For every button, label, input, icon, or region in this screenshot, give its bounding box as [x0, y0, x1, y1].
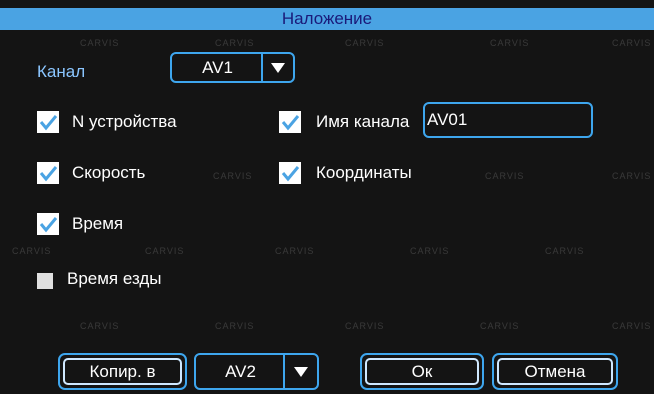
coordinates-label: Координаты — [316, 163, 412, 182]
device-number-label: N устройства — [72, 112, 177, 131]
drive-time-label: Время езды — [67, 269, 162, 288]
time-checkbox[interactable] — [37, 213, 59, 235]
watermark: CARVIS — [80, 321, 120, 331]
channel-name-input[interactable]: AV01 — [423, 102, 593, 138]
checkmark-icon — [39, 166, 58, 182]
channel-name-checkbox[interactable] — [279, 111, 301, 133]
speed-label: Скорость — [72, 163, 146, 182]
channel-select-arrow[interactable] — [261, 54, 293, 81]
channel-label: Канал — [37, 62, 86, 81]
watermark: CARVIS — [545, 246, 585, 256]
watermark: CARVIS — [275, 246, 315, 256]
coordinates-checkbox[interactable] — [279, 162, 301, 184]
copy-to-button-label: Копир. в — [63, 358, 182, 385]
channel-select[interactable]: AV1 — [170, 52, 295, 83]
watermark: CARVIS — [612, 171, 652, 181]
checkmark-icon — [39, 217, 58, 233]
channel-name-label: Имя канала — [316, 112, 410, 131]
watermark: CARVIS — [410, 246, 450, 256]
time-label: Время — [72, 214, 124, 233]
copy-target-arrow[interactable] — [283, 355, 317, 388]
watermark: CARVIS — [215, 321, 255, 331]
device-number-checkbox[interactable] — [37, 111, 59, 133]
ok-button-label: Ок — [365, 358, 479, 385]
watermark: CARVIS — [215, 38, 255, 48]
checkmark-icon — [39, 115, 58, 131]
watermark: CARVIS — [612, 321, 652, 331]
copy-target-select[interactable]: AV2 — [194, 353, 319, 390]
watermark: CARVIS — [345, 38, 385, 48]
copy-target-value: AV2 — [225, 361, 256, 381]
drive-time-checkbox[interactable] — [37, 273, 53, 289]
copy-to-button[interactable]: Копир. в — [58, 353, 187, 390]
watermark: CARVIS — [345, 321, 385, 331]
speed-checkbox[interactable] — [37, 162, 59, 184]
cancel-button[interactable]: Отмена — [492, 353, 618, 390]
watermark: CARVIS — [480, 321, 520, 331]
watermark: CARVIS — [612, 38, 652, 48]
chevron-down-icon — [271, 62, 285, 73]
watermark: CARVIS — [213, 171, 253, 181]
cancel-button-label: Отмена — [497, 358, 613, 385]
watermark: CARVIS — [485, 171, 525, 181]
watermark: CARVIS — [490, 38, 530, 48]
watermark: CARVIS — [145, 246, 185, 256]
watermark: CARVIS — [12, 246, 52, 256]
checkmark-icon — [281, 115, 300, 131]
chevron-down-icon — [294, 366, 308, 377]
checkmark-icon — [281, 166, 300, 182]
watermark: CARVIS — [80, 38, 120, 48]
overlay-dialog: CARVIS CARVIS CARVIS CARVIS CARVIS CARVI… — [0, 0, 654, 394]
dialog-title: Наложение — [0, 8, 654, 30]
ok-button[interactable]: Ок — [360, 353, 484, 390]
channel-select-value: AV1 — [202, 57, 233, 77]
